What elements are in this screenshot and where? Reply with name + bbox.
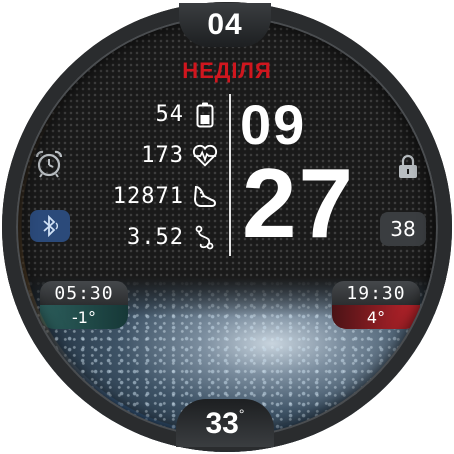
heart-rate-stat[interactable]: 173 (82, 135, 218, 176)
time-divider (229, 94, 231, 256)
battery-stat[interactable]: 54 (82, 94, 218, 135)
stats-column: 54 173 12871 3.52 (82, 94, 218, 258)
steps-stat[interactable]: 12871 (82, 176, 218, 217)
steps-shoe-icon (192, 184, 218, 210)
heart-rate-icon (192, 143, 218, 169)
sunrise-time: 05:30 (40, 281, 128, 305)
date-day-number: 04 (207, 8, 243, 41)
alarm-clock-icon[interactable] (32, 148, 66, 180)
steps-value: 12871 (112, 184, 184, 209)
heart-rate-value: 173 (141, 143, 184, 168)
weather-temperature-tab[interactable]: 33° (176, 399, 274, 447)
battery-value: 54 (155, 102, 184, 127)
current-temperature: 33° (205, 405, 245, 440)
distance-route-icon (192, 225, 218, 251)
minute-display: 27 (242, 148, 356, 258)
right-complication-value[interactable]: 38 (380, 212, 426, 246)
sunset-time: 19:30 (332, 281, 420, 305)
sunrise-complication[interactable]: 05:30 -1° (40, 281, 128, 329)
bluetooth-icon[interactable] (30, 210, 70, 242)
min-temperature: -1° (40, 305, 128, 329)
max-temperature: 4° (332, 305, 420, 329)
sunset-complication[interactable]: 19:30 4° (332, 281, 420, 329)
watch-face: НЕДІЛЯ 54 173 12871 3.52 09 27 38 05:30 … (2, 2, 452, 452)
distance-value: 3.52 (127, 225, 184, 250)
weekday-label: НЕДІЛЯ (182, 58, 272, 83)
distance-stat[interactable]: 3.52 (82, 217, 218, 258)
date-tab[interactable]: 04 (179, 3, 271, 47)
lock-icon[interactable] (394, 152, 422, 182)
battery-icon (192, 102, 218, 128)
